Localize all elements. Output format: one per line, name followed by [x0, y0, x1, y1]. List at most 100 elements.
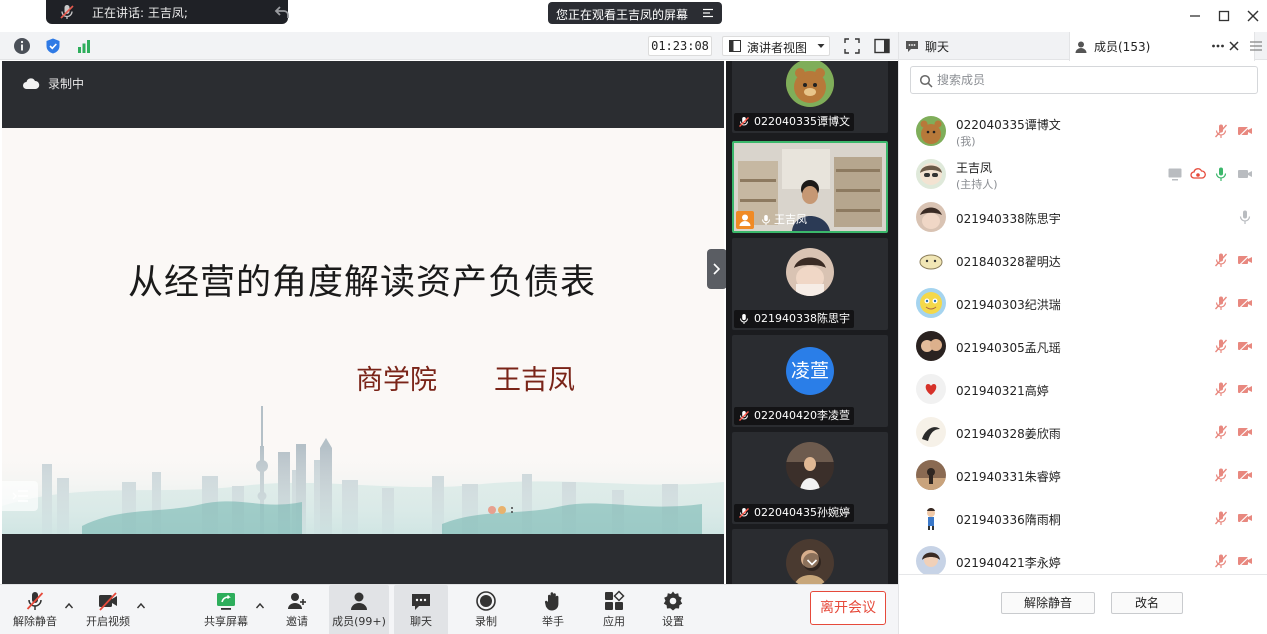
tab-chat[interactable]: 聊天: [905, 32, 1065, 60]
video-off-icon[interactable]: [1237, 338, 1253, 354]
slide-list-toggle[interactable]: [2, 481, 38, 511]
maximize-icon[interactable]: [1215, 7, 1233, 25]
member-row[interactable]: 021840328翟明达: [899, 239, 1267, 281]
scroll-down-icon[interactable]: [802, 552, 822, 572]
watching-screen-indicator[interactable]: 您正在观看王吉凤的屏幕: [548, 2, 722, 24]
dropdown-arrow-icon: [817, 44, 825, 48]
member-name: 022040335谭博文: [956, 118, 1061, 132]
video-off-icon[interactable]: [1237, 424, 1253, 440]
apps-button[interactable]: 应用: [589, 585, 639, 634]
members-button[interactable]: 成员(99+): [329, 585, 389, 634]
mic-active-icon[interactable]: [1213, 166, 1229, 182]
share-screen-button[interactable]: 共享屏幕: [198, 585, 254, 634]
more-icon[interactable]: [1211, 39, 1225, 53]
mic-muted-icon: [739, 411, 749, 421]
view-mode-select[interactable]: 演讲者视图: [722, 36, 830, 56]
signal-strength-icon[interactable]: [75, 37, 93, 55]
avatar: [916, 460, 946, 490]
slide-title: 从经营的角度解读资产负债表: [128, 263, 597, 303]
avatar: [916, 331, 946, 361]
member-row[interactable]: 021940321高婷: [899, 368, 1267, 410]
leave-meeting-button[interactable]: 离开会议: [810, 591, 886, 625]
video-tile[interactable]: 022040335谭博文: [732, 61, 888, 133]
raise-hand-button[interactable]: 举手: [528, 585, 578, 634]
unmute-all-button[interactable]: 解除静音: [1001, 592, 1095, 614]
video-icon[interactable]: [1237, 166, 1253, 182]
record-icon: [476, 591, 496, 611]
return-icon[interactable]: [274, 4, 290, 20]
mic-muted-icon[interactable]: [1213, 338, 1229, 354]
member-row[interactable]: 021940338陈思宇: [899, 196, 1267, 238]
fullscreen-icon[interactable]: [843, 37, 861, 55]
search-input[interactable]: [937, 70, 1247, 90]
mic-muted-icon: [739, 508, 749, 518]
cloud-icon: [23, 77, 40, 89]
mic-muted-icon[interactable]: [1213, 467, 1229, 483]
mic-muted-icon[interactable]: [1213, 510, 1229, 526]
member-row[interactable]: 021940328姜欣雨: [899, 411, 1267, 453]
member-row[interactable]: 021940336隋雨桐: [899, 497, 1267, 539]
settings-button[interactable]: 设置: [648, 585, 698, 634]
side-panel-icon[interactable]: [873, 37, 891, 55]
video-off-icon[interactable]: [1237, 123, 1253, 139]
meeting-toolbar: 01:23:08 演讲者视图: [0, 32, 898, 60]
chat-button[interactable]: 聊天: [394, 585, 448, 634]
chevron-up-icon[interactable]: [255, 601, 265, 611]
video-tile[interactable]: 022040435孙婉婷: [732, 432, 888, 524]
mic-muted-icon[interactable]: [1213, 424, 1229, 440]
member-row[interactable]: 021940305孟凡瑶: [899, 325, 1267, 367]
member-row[interactable]: 022040335谭博文 (我): [899, 110, 1267, 152]
chevron-right-icon: [713, 263, 721, 275]
member-row[interactable]: 021940331朱睿婷: [899, 454, 1267, 496]
chevron-up-icon[interactable]: [136, 601, 146, 611]
video-tile-active[interactable]: 王吉凤: [732, 141, 888, 233]
mic-muted-icon[interactable]: [1213, 553, 1229, 569]
info-icon[interactable]: [13, 37, 31, 55]
tile-name: 022040435孙婉婷: [734, 504, 854, 522]
list-icon: [12, 490, 28, 502]
video-off-icon: [99, 592, 117, 611]
video-off-icon[interactable]: [1237, 510, 1253, 526]
start-video-button[interactable]: 开启视频: [80, 585, 136, 634]
member-name: 021940328姜欣雨: [956, 427, 1061, 441]
video-off-icon[interactable]: [1237, 553, 1253, 569]
collapse-tiles-handle[interactable]: [707, 249, 727, 289]
tile-name: 022040420李凌萱: [734, 407, 854, 425]
mic-muted-icon[interactable]: [1213, 252, 1229, 268]
minimize-icon[interactable]: [1186, 7, 1204, 25]
video-off-icon[interactable]: [1237, 295, 1253, 311]
mic-muted-icon[interactable]: [1213, 123, 1229, 139]
member-role: (我): [956, 135, 976, 148]
mic-muted-icon[interactable]: [1213, 295, 1229, 311]
avatar: [786, 248, 834, 296]
member-row[interactable]: 021940421李永婷: [899, 540, 1267, 574]
close-icon[interactable]: [1227, 39, 1241, 53]
speaker-view-icon: [729, 40, 741, 52]
video-tile[interactable]: 021940338陈思宇: [732, 238, 888, 330]
invite-button[interactable]: 邀请: [272, 585, 322, 634]
rename-button[interactable]: 改名: [1111, 592, 1183, 614]
video-tile[interactable]: 凌萱 022040420李凌萱: [732, 335, 888, 427]
unmute-button[interactable]: 解除静音: [8, 585, 62, 634]
member-name: 021940321高婷: [956, 384, 1049, 398]
close-icon[interactable]: [1244, 7, 1262, 25]
hamburger-icon[interactable]: [1249, 39, 1263, 53]
avatar: [916, 417, 946, 447]
member-row[interactable]: 王吉凤 (主持人): [899, 153, 1267, 195]
video-off-icon[interactable]: [1237, 381, 1253, 397]
video-off-icon[interactable]: [1237, 467, 1253, 483]
view-mode-label: 演讲者视图: [747, 41, 808, 55]
recording-label: 录制中: [48, 77, 85, 91]
member-row[interactable]: 021940303纪洪瑞: [899, 282, 1267, 324]
mic-icon[interactable]: [1237, 209, 1253, 225]
chevron-up-icon[interactable]: [64, 601, 74, 611]
record-button[interactable]: 录制: [461, 585, 511, 634]
presentation-slide: 从经营的角度解读资产负债表 商学院 王吉凤: [2, 128, 724, 534]
city-skyline-illustration: [2, 406, 724, 534]
video-off-icon[interactable]: [1237, 252, 1253, 268]
member-name: 021940303纪洪瑞: [956, 298, 1061, 312]
shield-icon[interactable]: [44, 37, 62, 55]
mic-muted-icon[interactable]: [1213, 381, 1229, 397]
meeting-window: 正在讲话: 王吉凤; 您正在观看王吉凤的屏幕 01:23:08 演讲者视图 录制…: [0, 0, 1267, 634]
menu-lines-icon[interactable]: [702, 7, 714, 19]
